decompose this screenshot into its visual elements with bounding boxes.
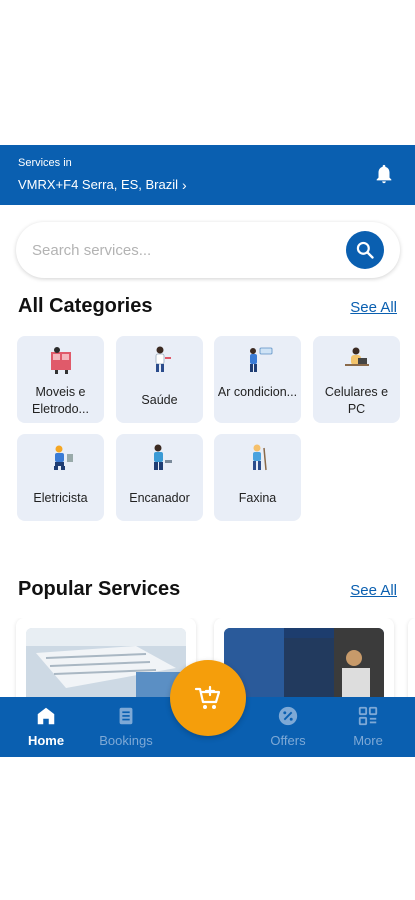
bell-icon[interactable] — [373, 163, 395, 185]
popular-services-title: Popular Services — [18, 578, 181, 600]
plumber-icon — [153, 444, 172, 470]
category-encanador[interactable]: Encanador — [116, 434, 203, 521]
category-faxina[interactable]: Faxina — [214, 434, 301, 521]
service-image-placeholder — [224, 628, 384, 698]
offers-icon — [278, 706, 298, 726]
location-header: Services in VMRX+F4 Serra, ES, Brazil › — [0, 145, 415, 205]
cleaning-icon — [252, 444, 267, 471]
search-button[interactable] — [346, 231, 384, 269]
service-image — [26, 628, 186, 698]
category-label: Encanador — [129, 491, 190, 505]
location-text: VMRX+F4 Serra, ES, Brazil — [18, 177, 179, 192]
air-conditioning-icon — [249, 347, 272, 372]
nav-label: Home — [27, 733, 65, 748]
chevron-right-icon: › — [182, 176, 187, 193]
electrician-icon — [53, 445, 73, 470]
services-in-label: Services in — [18, 157, 72, 169]
search-icon — [356, 241, 374, 259]
search-input[interactable] — [32, 236, 332, 264]
category-label: Faxina — [238, 491, 277, 505]
health-icon — [155, 346, 171, 372]
category-label: Celulares e PC — [324, 385, 389, 416]
popular-service-card[interactable] — [408, 618, 415, 698]
service-image-placeholder — [26, 628, 186, 698]
cart-fab-button[interactable] — [170, 660, 246, 736]
category-ar-condicionado[interactable]: Ar condicion... — [214, 336, 301, 423]
category-label: Saúde — [141, 393, 178, 407]
furniture-icon — [50, 347, 71, 374]
nav-home[interactable]: Home — [6, 705, 86, 748]
search-bar — [16, 222, 400, 278]
cart-add-icon — [194, 685, 221, 709]
nav-more[interactable]: More — [328, 705, 408, 748]
category-celulares-pc[interactable]: Celulares e PC — [313, 336, 400, 423]
nav-bookings[interactable]: Bookings — [86, 705, 166, 748]
popular-service-card[interactable] — [16, 618, 196, 698]
category-saude[interactable]: Saúde — [116, 336, 203, 423]
category-eletricista[interactable]: Eletricista — [17, 434, 104, 521]
nav-label: Offers — [270, 733, 306, 748]
home-icon — [37, 707, 55, 725]
phone-pc-repair-icon — [344, 347, 369, 366]
category-label: Eletricista — [33, 491, 88, 505]
category-label: Ar condicion... — [217, 385, 298, 399]
location-selector[interactable]: VMRX+F4 Serra, ES, Brazil › — [18, 177, 187, 192]
more-grid-icon — [358, 706, 378, 726]
nav-label: More — [353, 733, 383, 748]
nav-label: Bookings — [99, 733, 153, 748]
categories-title: All Categories — [18, 295, 153, 317]
service-image — [224, 628, 384, 698]
bookings-icon — [119, 707, 133, 725]
categories-see-all-link[interactable]: See All — [350, 299, 397, 316]
category-moveis[interactable]: Moveis e Eletrodo... — [17, 336, 104, 423]
category-label: Moveis e Eletrodo... — [32, 385, 89, 416]
popular-see-all-link[interactable]: See All — [350, 582, 397, 599]
nav-offers[interactable]: Offers — [248, 705, 328, 748]
